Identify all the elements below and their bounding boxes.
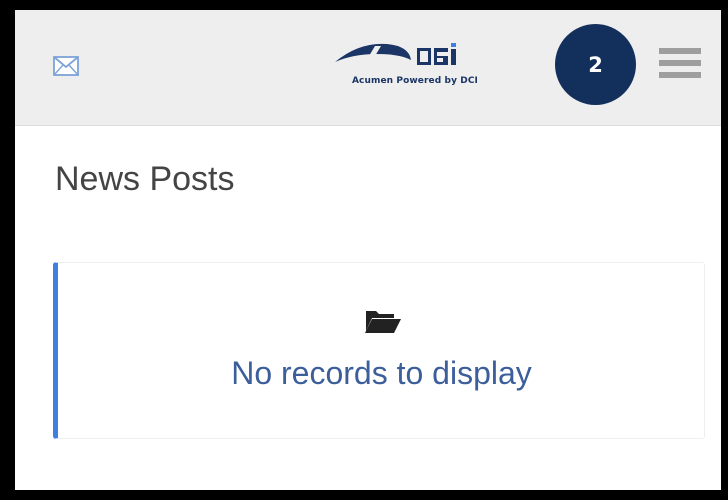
empty-state-message: No records to display bbox=[231, 355, 532, 391]
menu-bar bbox=[659, 48, 701, 54]
page-title: News Posts bbox=[55, 160, 235, 198]
notification-badge[interactable]: 2 bbox=[555, 24, 636, 105]
hamburger-menu-icon[interactable] bbox=[659, 48, 701, 82]
mail-icon[interactable] bbox=[53, 56, 79, 76]
app-frame: Acumen Powered by DCI 2 News Posts No re… bbox=[15, 10, 721, 490]
top-header: Acumen Powered by DCI 2 bbox=[15, 10, 721, 126]
folder-open-icon bbox=[364, 307, 402, 335]
menu-bar bbox=[659, 60, 701, 66]
empty-state-card: No records to display bbox=[53, 262, 705, 439]
logo-caption: Acumen Powered by DCI bbox=[351, 76, 478, 86]
menu-bar bbox=[659, 72, 701, 78]
logo-icon bbox=[335, 43, 456, 66]
company-logo: Acumen Powered by DCI bbox=[325, 40, 505, 92]
